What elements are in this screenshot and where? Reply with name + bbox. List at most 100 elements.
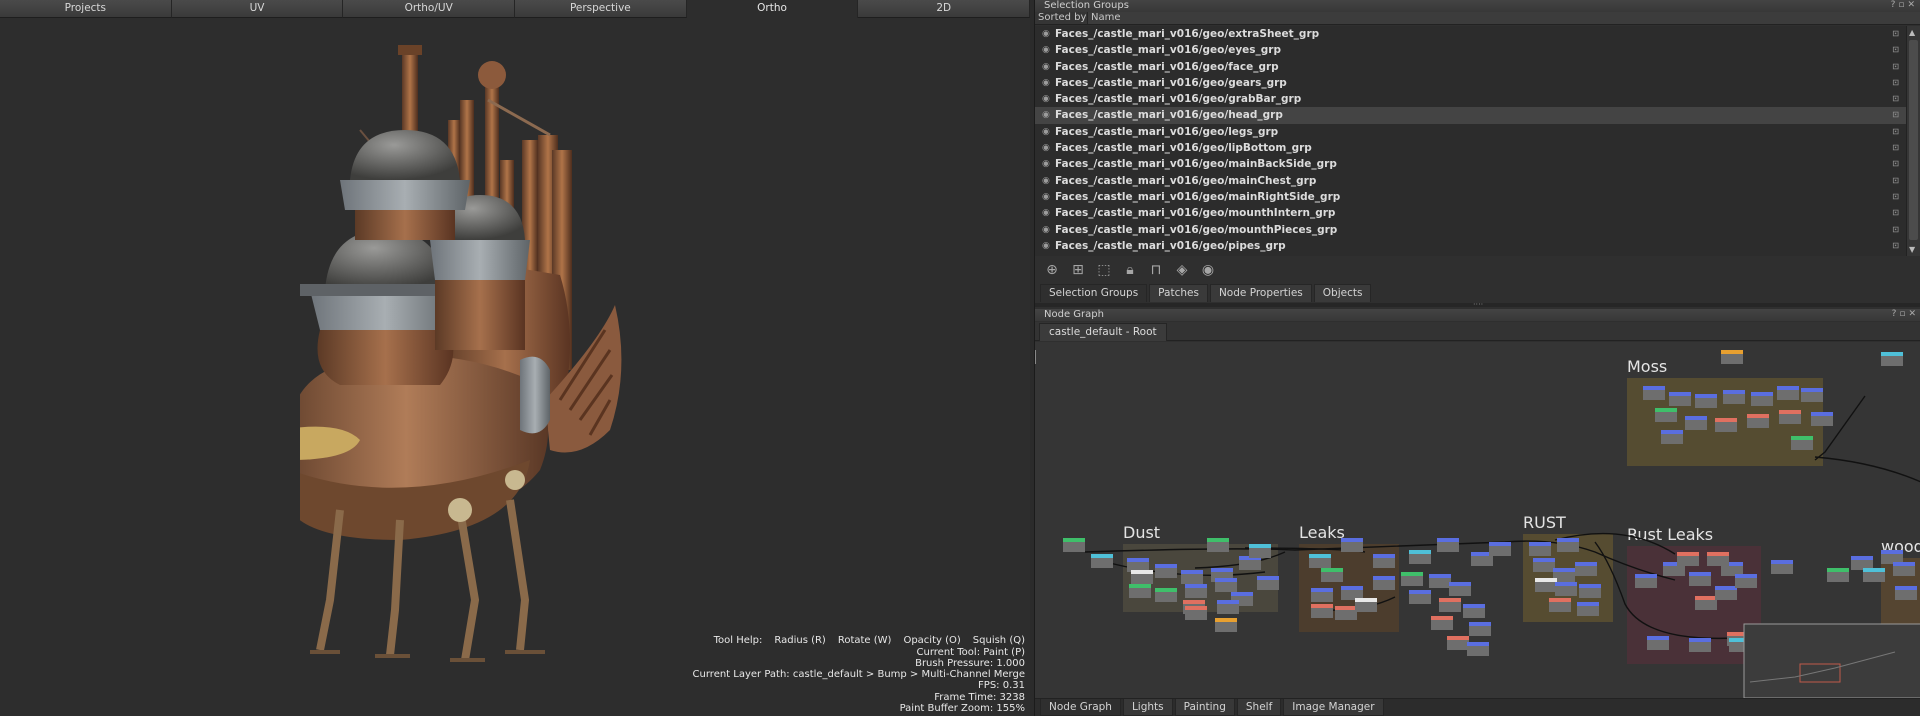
graph-node[interactable] [1207,542,1229,552]
graph-node-header[interactable] [1723,390,1745,394]
graph-node[interactable] [1643,390,1665,400]
lock-toggle-icon[interactable]: ⊡ [1892,91,1899,107]
graph-node-header[interactable] [1437,538,1459,542]
graph-node-header[interactable] [1677,552,1699,556]
graph-node-header[interactable] [1155,564,1177,568]
graph-node-header[interactable] [1063,538,1085,542]
graph-node-header[interactable] [1409,590,1431,594]
selection-group-row[interactable]: ◉ Faces_/castle_mari_v016/geo/mainRightSi… [1035,189,1920,205]
selection-groups-scrollbar[interactable]: ▲ ▼ [1906,26,1920,256]
castle-3d-model[interactable] [300,40,770,690]
graph-node[interactable] [1447,640,1469,650]
panel-splitter[interactable]: ···· [1035,300,1920,309]
graph-node[interactable] [1575,566,1597,576]
graph-node[interactable] [1801,392,1823,402]
graph-node[interactable] [1239,560,1261,570]
graph-node[interactable] [1091,558,1113,568]
graph-node-header[interactable] [1335,606,1357,610]
graph-node[interactable] [1863,572,1885,582]
graph-node-header[interactable] [1469,622,1491,626]
graph-node-header[interactable] [1341,586,1363,590]
graph-node[interactable] [1155,592,1177,602]
graph-node-header[interactable] [1801,388,1823,392]
graph-node[interactable] [1469,626,1491,636]
tab-projects[interactable]: Projects [0,0,172,18]
graph-node[interactable] [1467,646,1489,656]
graph-node-header[interactable] [1449,582,1471,586]
graph-node[interactable] [1309,558,1331,568]
selection-group-row[interactable]: ◉ Faces_/castle_mari_v016/geo/lipBottom_g… [1035,140,1920,156]
graph-node-header[interactable] [1535,578,1557,582]
graph-node[interactable] [1311,608,1333,618]
eye-icon[interactable]: ◉ [1042,238,1050,254]
graph-node-header[interactable] [1689,572,1711,576]
graph-node-header[interactable] [1577,602,1599,606]
graph-node-header[interactable] [1467,642,1489,646]
graph-node[interactable] [1437,542,1459,552]
scroll-up-icon[interactable]: ▲ [1909,28,1915,37]
graph-node[interactable] [1669,396,1691,406]
lock-toggle-icon[interactable]: ⊡ [1892,124,1899,140]
tab-node-graph[interactable]: Node Graph [1040,699,1121,716]
tab-objects[interactable]: Objects [1313,284,1372,302]
graph-node[interactable] [1577,606,1599,616]
graph-node-header[interactable] [1447,636,1469,640]
graph-node[interactable] [1715,422,1737,432]
graph-node[interactable] [1811,416,1833,426]
graph-node-header[interactable] [1771,560,1793,564]
graph-node-header[interactable] [1811,412,1833,416]
graph-node-header[interactable] [1557,538,1579,542]
eye-icon[interactable]: ◉ [1042,59,1050,75]
graph-node-header[interactable] [1231,592,1253,596]
graph-node[interactable] [1707,556,1729,566]
graph-node[interactable] [1579,588,1601,598]
lock-toggle-icon[interactable]: ⊡ [1892,189,1899,205]
graph-node-header[interactable] [1215,618,1237,622]
graph-node[interactable] [1215,582,1237,592]
graph-node[interactable] [1185,610,1207,620]
lock-icon[interactable]: 🔒︎ [1121,262,1139,278]
graph-node-header[interactable] [1373,554,1395,558]
splitter-grip-icon[interactable]: ···· [1473,300,1483,309]
graph-node-header[interactable] [1373,576,1395,580]
selection-group-row[interactable]: ◉ Faces_/castle_mari_v016/geo/mounthPiece… [1035,222,1920,238]
graph-node-header[interactable] [1777,386,1799,390]
selection-group-row[interactable]: ◉ Faces_/castle_mari_v016/geo/head_grp ⊡ [1035,107,1920,124]
selection-group-row[interactable]: ◉ Faces_/castle_mari_v016/geo/eyes_grp ⊡ [1035,42,1920,58]
visibility-icon[interactable]: ◈ [1173,262,1191,278]
graph-node[interactable] [1449,586,1471,596]
graph-node-header[interactable] [1401,572,1423,576]
graph-node-header[interactable] [1431,616,1453,620]
eye-icon[interactable]: ◉ [1042,156,1050,172]
graph-node-header[interactable] [1321,568,1343,572]
graph-node[interactable] [1217,604,1239,614]
graph-node[interactable] [1655,412,1677,422]
tab-ortho-uv[interactable]: Ortho/UV [343,0,516,18]
graph-node[interactable] [1341,542,1363,552]
selection-group-row[interactable]: ◉ Faces_/castle_mari_v016/geo/extraSheet_… [1035,26,1920,42]
lock-toggle-icon[interactable]: ⊡ [1892,42,1899,58]
tab-uv[interactable]: UV [171,0,344,18]
graph-node[interactable] [1409,594,1431,604]
graph-node-header[interactable] [1155,588,1177,592]
graph-node-header[interactable] [1429,574,1451,578]
graph-node-header[interactable] [1575,562,1597,566]
eye-icon[interactable]: ◉ [1042,205,1050,221]
graph-node-header[interactable] [1715,418,1737,422]
eye-icon[interactable]: ◉ [1042,107,1050,123]
graph-node[interactable] [1321,572,1343,582]
graph-node-header[interactable] [1463,604,1485,608]
graph-node[interactable] [1677,556,1699,566]
graph-node-header[interactable] [1185,606,1207,610]
selection-group-row[interactable]: ◉ Faces_/castle_mari_v016/geo/face_grp ⊡ [1035,59,1920,75]
graph-node[interactable] [1249,548,1271,558]
graph-node[interactable] [1751,396,1773,406]
unlock-icon[interactable]: ⊓ [1147,262,1165,278]
graph-node[interactable] [1257,580,1279,590]
eye-icon[interactable]: ◉ [1042,140,1050,156]
lock-toggle-icon[interactable]: ⊡ [1892,205,1899,221]
lock-toggle-icon[interactable]: ⊡ [1892,26,1899,42]
graph-node[interactable] [1685,420,1707,430]
graph-node[interactable] [1777,390,1799,400]
lock-toggle-icon[interactable]: ⊡ [1892,140,1899,156]
